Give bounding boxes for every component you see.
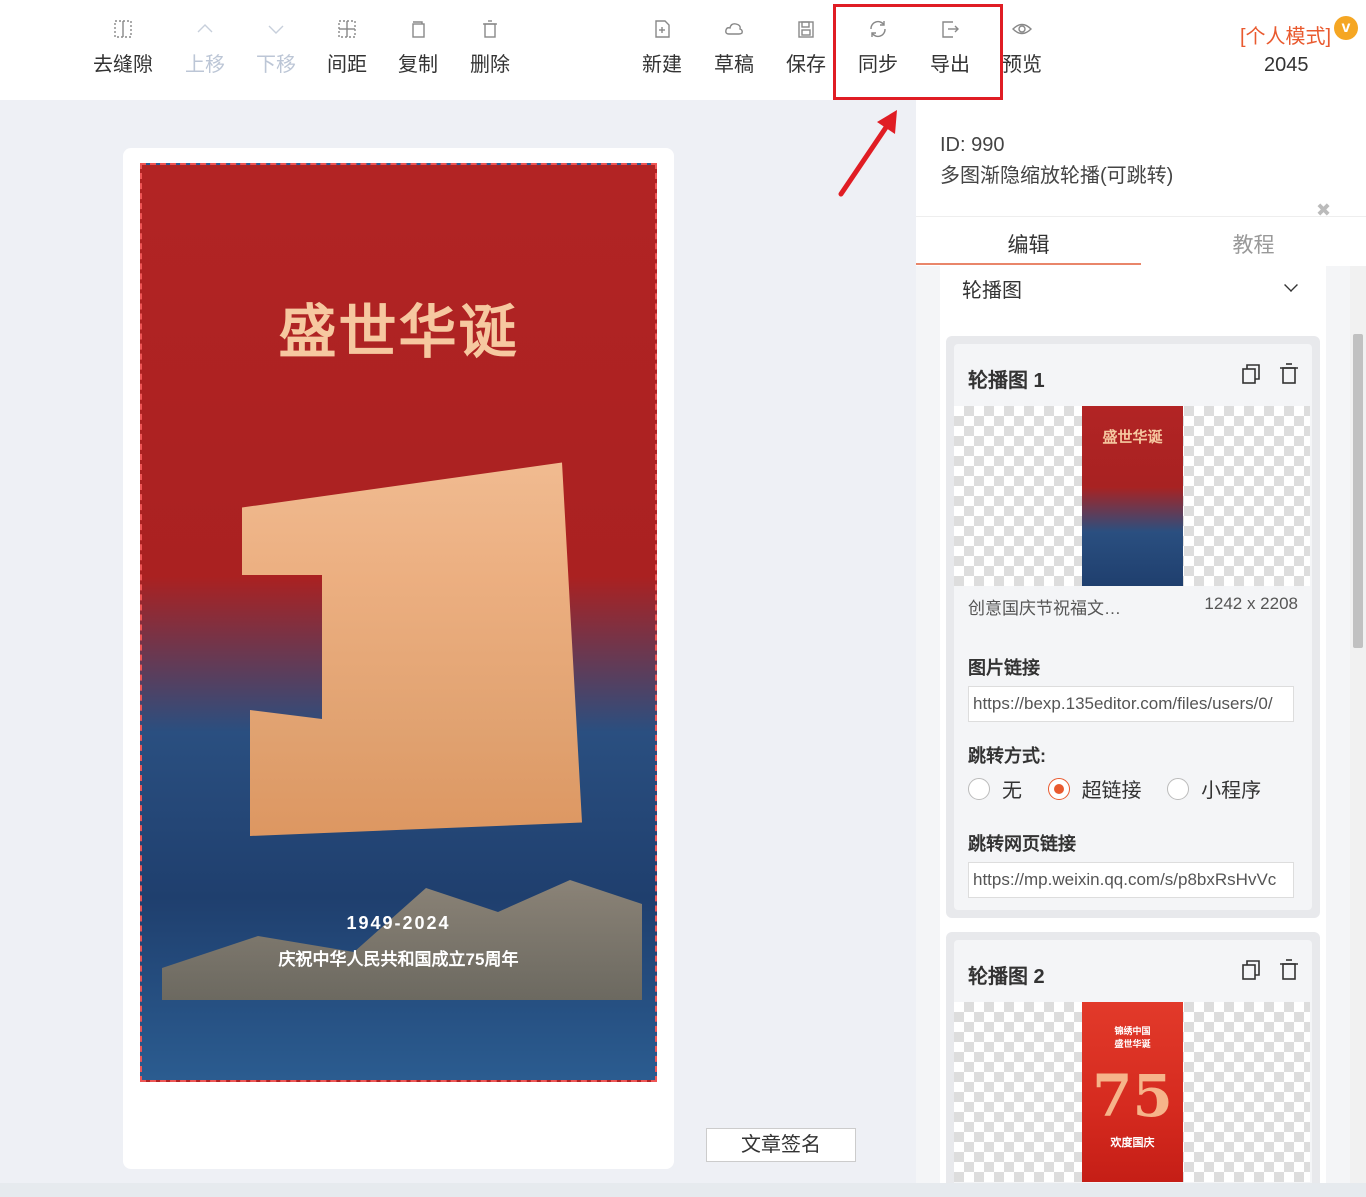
copy-icon[interactable]	[1240, 958, 1262, 982]
chevron-down-icon	[240, 18, 312, 46]
draft-label: 草稿	[714, 54, 754, 76]
delete-label: 删除	[470, 54, 510, 76]
template-name: 多图渐隐缩放轮播(可跳转)	[940, 165, 1174, 187]
image-filename: 创意国庆节祝福文…	[968, 599, 1121, 618]
jump-type-label: 跳转方式:	[968, 746, 1046, 766]
annotation-arrow-icon	[838, 110, 897, 197]
copy-icon[interactable]	[1240, 362, 1262, 386]
move-up-label: 上移	[185, 54, 225, 76]
poster-title: 盛世华诞	[278, 298, 519, 366]
spacing-label: 间距	[327, 54, 367, 76]
radio-none[interactable]: 无	[968, 774, 1022, 803]
web-link-label: 跳转网页链接	[968, 834, 1076, 854]
jump-type-radio-group: 无 超链接 小程序	[968, 774, 1281, 803]
properties-panel: ID: 990 多图渐隐缩放轮播(可跳转) ✖ 编辑 教程 轮播图 轮播图 1 …	[916, 100, 1366, 1197]
bottom-bar	[0, 1183, 1366, 1197]
eye-icon	[986, 18, 1058, 46]
thumbnail-image: 盛世华诞	[1082, 406, 1183, 586]
copy-label: 复制	[398, 54, 438, 76]
new-label: 新建	[642, 54, 682, 76]
image-preview[interactable]: 锦绣中国 盛世华诞 75 欢度国庆	[954, 1002, 1310, 1182]
save-icon	[770, 18, 842, 46]
move-up-button[interactable]: 上移	[169, 18, 241, 77]
personal-mode-link[interactable]: [个人模式]	[1240, 20, 1331, 49]
radio-hyperlink[interactable]: 超链接	[1047, 774, 1142, 803]
move-down-label: 下移	[256, 54, 296, 76]
export-icon	[914, 18, 986, 46]
image-preview[interactable]: 盛世华诞	[954, 406, 1310, 586]
copy-button[interactable]: 复制	[382, 18, 454, 77]
sync-icon	[842, 18, 914, 46]
carousel-item-title: 轮播图 1	[968, 370, 1045, 392]
vip-badge-icon: v	[1334, 16, 1358, 40]
toolbar: 去缝隙 上移 下移 间距 复制 删除 新建 草稿 保存 同步 导出 预览 [个人…	[0, 0, 1366, 100]
save-label: 保存	[786, 54, 826, 76]
thumbnail-title: 盛世华诞	[1102, 428, 1163, 446]
image-dimensions: 1242 x 2208	[1204, 594, 1298, 613]
template-info: ID: 990 多图渐隐缩放轮播(可跳转)	[916, 100, 1366, 192]
sync-label: 同步	[858, 54, 898, 76]
preview-label: 预览	[1002, 54, 1042, 76]
export-button[interactable]: 导出	[914, 18, 986, 77]
radio-mini-program[interactable]: 小程序	[1167, 774, 1261, 803]
scrollbar-thumb[interactable]	[1353, 334, 1363, 648]
carousel-item-title: 轮播图 2	[968, 966, 1045, 988]
carousel-item: 轮播图 1 盛世华诞 创意国庆节祝福文… 1242 x 2208 图片链接 跳转…	[946, 336, 1320, 918]
tab-tutorial[interactable]: 教程	[1141, 229, 1366, 259]
panel-tabs: 编辑 教程	[916, 216, 1366, 266]
scrollbar[interactable]	[1350, 266, 1366, 1197]
copy-icon	[382, 18, 454, 46]
save-button[interactable]: 保存	[770, 18, 842, 77]
gap-icon	[87, 18, 159, 46]
thumbnail-bottom-text: 欢度国庆	[1110, 1136, 1155, 1149]
cloud-icon	[698, 18, 770, 46]
poster-image[interactable]: 盛世华诞 1949-2024 庆祝中华人民共和国成立75周年	[140, 163, 657, 1082]
chevron-down-icon[interactable]	[1284, 278, 1298, 292]
poster-years: 1949-2024	[346, 913, 451, 933]
tab-edit[interactable]: 编辑	[916, 229, 1141, 259]
draft-button[interactable]: 草稿	[698, 18, 770, 77]
image-link-label: 图片链接	[968, 658, 1040, 678]
trash-icon[interactable]	[1278, 958, 1300, 982]
thumbnail-top-text: 锦绣中国 盛世华诞	[1114, 1027, 1151, 1050]
move-down-button[interactable]: 下移	[240, 18, 312, 77]
web-link-input[interactable]	[968, 862, 1294, 898]
thumbnail-number: 75	[1092, 1062, 1173, 1130]
delete-button[interactable]: 删除	[454, 18, 526, 77]
carousel-section-title: 轮播图	[962, 280, 1022, 302]
image-link-input[interactable]	[968, 686, 1294, 722]
remove-gap-label: 去缝隙	[93, 54, 153, 76]
thumbnail-image: 锦绣中国 盛世华诞 75 欢度国庆	[1082, 1002, 1183, 1182]
template-id: ID: 990	[940, 134, 1005, 156]
guo-character-graphic	[242, 462, 582, 836]
new-file-icon	[626, 18, 698, 46]
panel-content: 轮播图 轮播图 1 盛世华诞 创意国庆节祝福文… 1242 x 2208 图片链…	[916, 266, 1366, 1197]
active-tab-indicator	[916, 263, 1141, 265]
poster-slogan: 庆祝中华人民共和国成立75周年	[278, 950, 519, 969]
new-button[interactable]: 新建	[626, 18, 698, 77]
spacing-button[interactable]: 间距	[311, 18, 383, 77]
carousel-item: 轮播图 2 锦绣中国 盛世华诞 75 欢度国庆	[946, 932, 1320, 1197]
article-signature-button[interactable]: 文章签名	[706, 1128, 856, 1162]
preview-button[interactable]: 预览	[986, 18, 1058, 77]
trash-icon	[454, 18, 526, 46]
sync-button[interactable]: 同步	[842, 18, 914, 77]
export-label: 导出	[930, 54, 970, 76]
credit-count: 2045	[1264, 54, 1309, 76]
trash-icon[interactable]	[1278, 362, 1300, 386]
image-meta: 创意国庆节祝福文… 1242 x 2208	[968, 594, 1298, 619]
remove-gap-button[interactable]: 去缝隙	[87, 18, 159, 77]
spacing-icon	[311, 18, 383, 46]
chevron-up-icon	[169, 18, 241, 46]
